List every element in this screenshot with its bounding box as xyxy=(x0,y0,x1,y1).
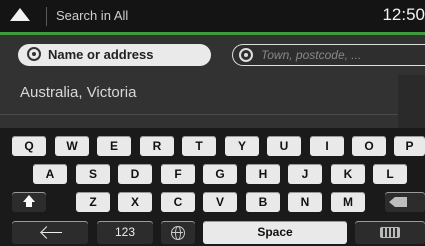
key-s[interactable]: S xyxy=(76,164,110,184)
key-v[interactable]: V xyxy=(203,192,237,212)
name-or-address-field[interactable]: Name or address xyxy=(18,44,211,66)
backspace-key[interactable] xyxy=(385,192,425,212)
shift-arrow-icon xyxy=(23,195,35,202)
selected-region[interactable]: Australia, Victoria xyxy=(20,84,136,101)
search-scope-label[interactable]: Search in All xyxy=(56,8,128,23)
key-b[interactable]: B xyxy=(246,192,280,212)
space-key[interactable]: Space xyxy=(203,221,347,244)
navigation-arrow-icon[interactable] xyxy=(10,8,30,21)
key-u[interactable]: U xyxy=(267,136,301,156)
key-g[interactable]: G xyxy=(203,164,237,184)
key-m[interactable]: M xyxy=(331,192,365,212)
key-x[interactable]: X xyxy=(118,192,152,212)
key-t[interactable]: T xyxy=(182,136,216,156)
shift-key[interactable] xyxy=(12,192,46,212)
numbers-key[interactable]: 123 xyxy=(97,221,153,244)
globe-icon xyxy=(171,225,185,240)
key-q[interactable]: Q xyxy=(12,136,46,156)
key-c[interactable]: C xyxy=(161,192,195,212)
status-bar: Search in All 12:50 xyxy=(0,0,425,32)
backspace-icon xyxy=(389,197,407,207)
key-r[interactable]: R xyxy=(140,136,174,156)
key-z[interactable]: Z xyxy=(76,192,110,212)
town-field-placeholder: Town, postcode, ... xyxy=(261,48,362,62)
key-j[interactable]: J xyxy=(288,164,322,184)
key-f[interactable]: F xyxy=(161,164,195,184)
key-n[interactable]: N xyxy=(288,192,322,212)
divider xyxy=(0,114,400,115)
hide-keyboard-key[interactable] xyxy=(355,221,425,244)
language-key[interactable] xyxy=(161,221,195,244)
key-w[interactable]: W xyxy=(55,136,89,156)
divider xyxy=(46,7,47,26)
key-l[interactable]: L xyxy=(373,164,407,184)
key-o[interactable]: O xyxy=(352,136,386,156)
location-pin-icon xyxy=(27,47,41,61)
name-field-label: Name or address xyxy=(48,47,154,62)
key-a[interactable]: A xyxy=(33,164,67,184)
location-pin-icon xyxy=(239,48,253,62)
key-e[interactable]: E xyxy=(97,136,131,156)
key-d[interactable]: D xyxy=(118,164,152,184)
key-h[interactable]: H xyxy=(246,164,280,184)
on-screen-keyboard: Q W E R T Y U I O P A S D F G H J K L Z … xyxy=(0,128,425,246)
key-k[interactable]: K xyxy=(331,164,365,184)
back-key[interactable] xyxy=(12,221,88,244)
key-p[interactable]: P xyxy=(394,136,425,156)
clock: 12:50 xyxy=(382,5,425,24)
keyboard-icon xyxy=(380,227,400,239)
side-panel xyxy=(398,75,425,128)
key-i[interactable]: I xyxy=(310,136,344,156)
town-postcode-field[interactable]: Town, postcode, ... xyxy=(232,44,425,66)
key-y[interactable]: Y xyxy=(225,136,259,156)
